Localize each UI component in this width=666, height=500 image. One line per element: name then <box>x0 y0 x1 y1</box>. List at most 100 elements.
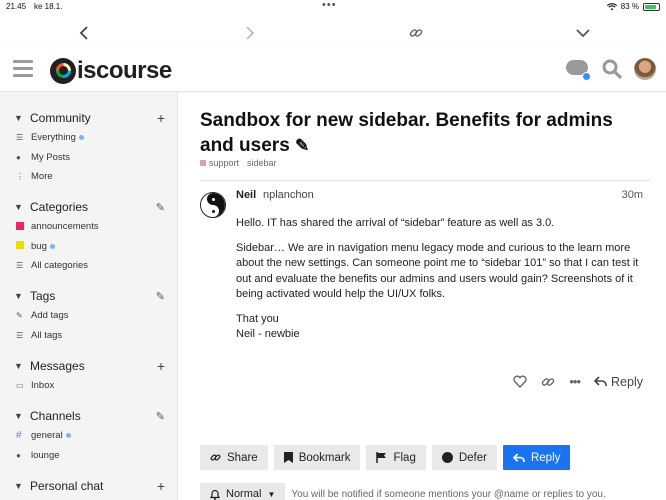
bookmark-button[interactable]: Bookmark <box>273 445 361 470</box>
sidebar-item-label: My Posts <box>31 151 71 163</box>
reply-icon <box>594 376 607 386</box>
unread-dot <box>65 433 71 439</box>
link-icon[interactable] <box>541 375 555 389</box>
chevron-down-icon[interactable]: ▼ <box>0 291 30 301</box>
button-label: Flag <box>393 451 416 464</box>
post-reply-button[interactable]: Reply <box>594 375 643 389</box>
tag-sidebar[interactable]: sidebar <box>247 158 277 168</box>
sidebar-item-all-tags[interactable]: ☰ All tags <box>0 326 177 346</box>
pencil-icon[interactable]: ✎ <box>156 290 165 303</box>
sidebar-item-general[interactable]: # general <box>0 426 177 446</box>
section-title: Community <box>30 111 91 125</box>
link-icon <box>210 454 221 461</box>
reply-button[interactable]: Reply <box>502 445 571 470</box>
flag-button[interactable]: Flag <box>366 445 426 470</box>
sidebar-section-header[interactable]: ▼ Community + <box>0 108 177 128</box>
sidebar-item-announcements[interactable]: announcements <box>0 217 177 237</box>
sidebar-section-categories: ▼ Categories ✎ announcements bug ☰ All c… <box>0 197 177 276</box>
lock-icon: ● <box>16 450 21 460</box>
notification-level-dropdown[interactable]: Normal ▼ <box>200 483 286 500</box>
section-title: Messages <box>30 359 85 373</box>
chat-icon[interactable] <box>566 58 591 81</box>
heart-icon[interactable] <box>513 375 528 388</box>
sidebar-section-channels: ▼ Channels ✎ # general ● lounge <box>0 406 177 466</box>
status-bar: 21.45 ke 18.1. ••• 83 % <box>0 0 666 14</box>
chevron-down-icon[interactable]: ▼ <box>0 113 30 123</box>
bell-icon <box>210 489 220 500</box>
chevron-down-icon[interactable]: ▼ <box>0 361 30 371</box>
button-label: Reply <box>530 451 561 464</box>
chevron-down-icon[interactable]: ▼ <box>0 411 30 421</box>
user-icon: ● <box>16 152 21 162</box>
caret-down-icon: ▼ <box>267 489 276 499</box>
sidebar-section-header[interactable]: ▼ Categories ✎ <box>0 197 177 217</box>
sidebar-item-label: bug <box>31 240 47 252</box>
sidebar-section-header[interactable]: ▼ Tags ✎ <box>0 286 177 306</box>
ellipsis-vertical-icon: ⋮ <box>16 172 24 182</box>
sidebar-section-header[interactable]: ▼ Messages + <box>0 356 177 376</box>
user-avatar[interactable] <box>634 58 656 80</box>
sidebar-section-header[interactable]: ▼ Personal chat + <box>0 476 177 496</box>
bookmark-icon <box>283 452 293 463</box>
sidebar-item-label: lounge <box>31 449 60 461</box>
pencil-icon[interactable]: ✎ <box>156 410 165 423</box>
category-color-swatch <box>16 221 24 230</box>
notification-description: You will be notified if someone mentions… <box>291 488 606 500</box>
sidebar-section-personal-chat: ▼ Personal chat + <box>0 476 177 496</box>
post-timestamp[interactable]: 30m <box>622 189 643 201</box>
post-body: Hello. IT has shared the arrival of “sid… <box>236 216 646 352</box>
pencil-icon[interactable]: ✎ <box>295 136 309 155</box>
plus-icon[interactable]: + <box>157 358 165 374</box>
site-header: iscourse <box>0 48 666 92</box>
sidebar-item-everything[interactable]: ☰ Everything <box>0 128 177 148</box>
discourse-logo-icon <box>50 58 76 84</box>
sidebar-section-header[interactable]: ▼ Channels ✎ <box>0 406 177 426</box>
section-title: Personal chat <box>30 479 104 493</box>
plus-icon[interactable]: + <box>157 110 165 126</box>
post-author-avatar[interactable] <box>200 192 226 218</box>
sidebar-item-add-tags[interactable]: ✎ Add tags <box>0 306 177 326</box>
topic-title-text: Sandbox for new sidebar. Benefits for ad… <box>200 110 613 156</box>
sidebar-item-more[interactable]: ⋮ More <box>0 167 177 187</box>
sidebar-item-label: general <box>31 430 63 442</box>
reply-icon <box>512 452 525 462</box>
sidebar-item-inbox[interactable]: ▭ Inbox <box>0 376 177 396</box>
sidebar-item-label: Everything <box>31 132 76 144</box>
notification-level-label: Normal <box>226 488 262 500</box>
battery-percent: 83 % <box>620 2 639 11</box>
more-actions-icon[interactable]: ••• <box>569 374 581 389</box>
multitask-dots-icon[interactable]: ••• <box>322 0 337 11</box>
post-author-username[interactable]: nplanchon <box>263 189 314 201</box>
logo-text: iscourse <box>77 57 172 84</box>
topic-footer-buttons: Share Bookmark Flag Defer Reply <box>200 445 571 470</box>
post-author-name[interactable]: Neil <box>236 189 256 201</box>
unread-dot <box>49 243 55 249</box>
hamburger-menu-icon[interactable] <box>13 60 33 78</box>
sidebar-item-bug[interactable]: bug <box>0 237 177 257</box>
chevron-down-icon[interactable]: ▼ <box>0 481 30 491</box>
sidebar-item-label: announcements <box>31 221 99 233</box>
sidebar-item-lounge[interactable]: ● lounge <box>0 446 177 466</box>
sidebar-item-all-categories[interactable]: ☰ All categories <box>0 256 177 276</box>
site-logo[interactable]: iscourse <box>50 57 172 85</box>
sidebar-item-label: Inbox <box>31 380 55 392</box>
section-title: Tags <box>30 289 56 303</box>
post-actions: ••• Reply <box>513 374 643 389</box>
flag-icon <box>376 452 387 463</box>
chevron-down-icon[interactable] <box>573 23 593 43</box>
chevron-down-icon[interactable]: ▼ <box>0 202 30 212</box>
chevron-right-icon[interactable] <box>240 23 260 43</box>
defer-button[interactable]: Defer <box>431 445 497 470</box>
search-icon[interactable] <box>602 59 622 79</box>
status-time: 21.45 <box>6 2 27 11</box>
pencil-icon[interactable]: ✎ <box>156 201 165 214</box>
share-button[interactable]: Share <box>200 445 268 470</box>
sidebar-item-my-posts[interactable]: ● My Posts <box>0 148 177 168</box>
plus-icon[interactable]: + <box>157 478 165 494</box>
layers-icon: ☰ <box>16 133 24 143</box>
section-title: Channels <box>30 409 81 423</box>
chevron-left-icon[interactable] <box>74 23 94 43</box>
link-icon[interactable] <box>406 23 426 43</box>
category-badge[interactable]: support <box>200 158 239 168</box>
sidebar-item-label: Add tags <box>31 310 69 322</box>
